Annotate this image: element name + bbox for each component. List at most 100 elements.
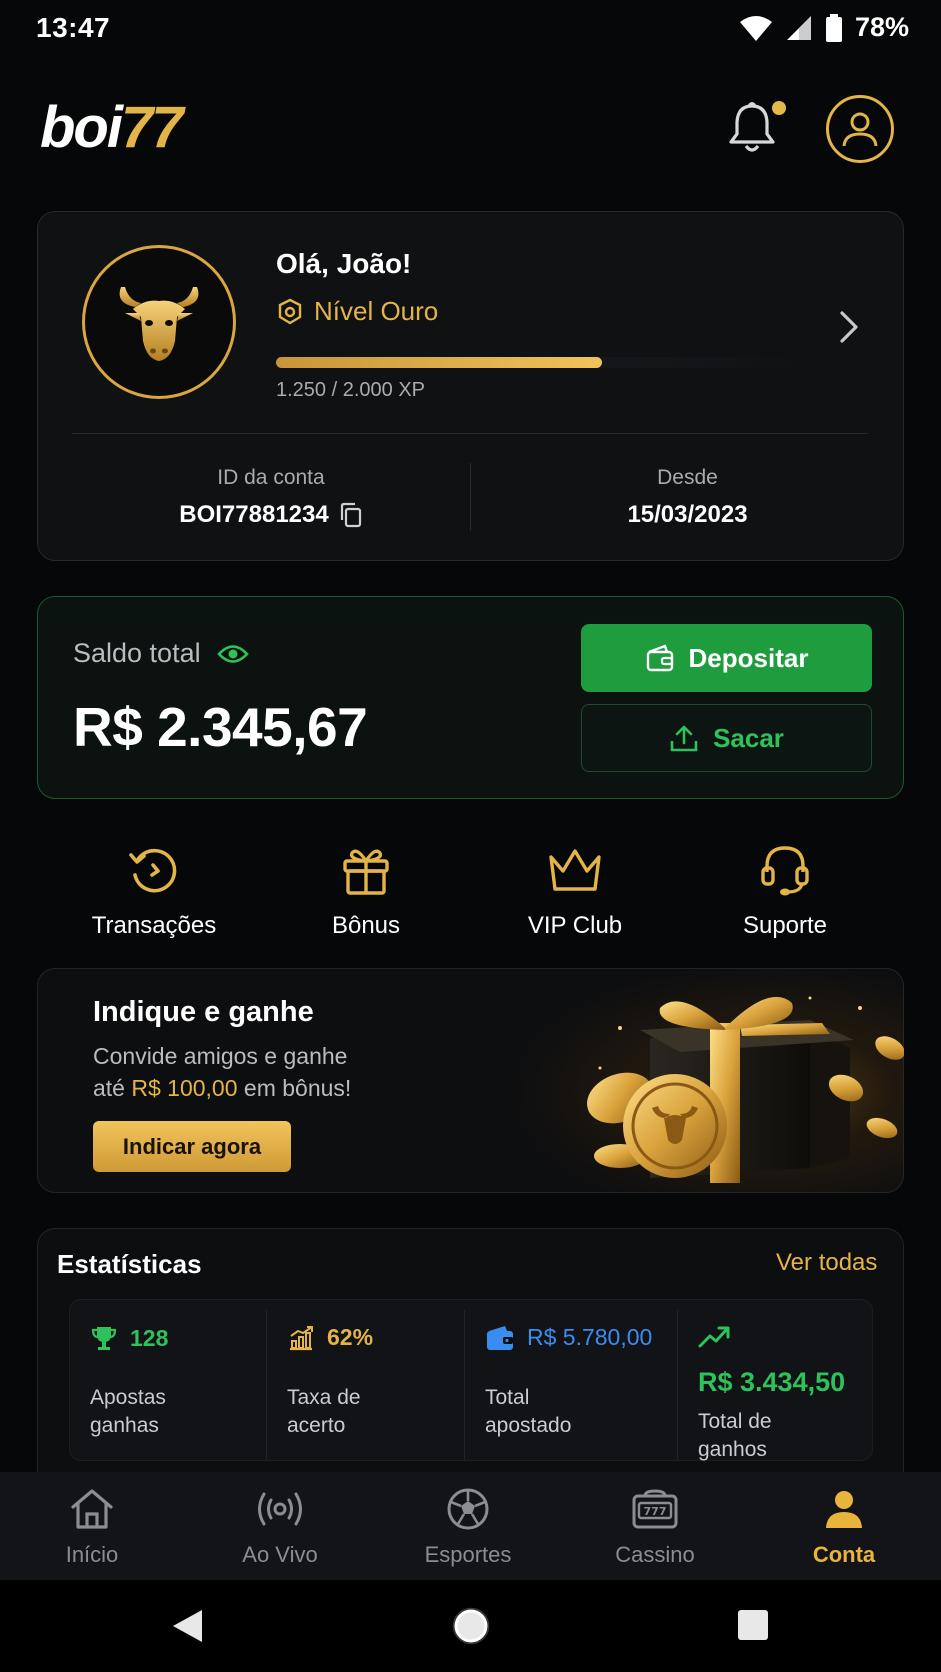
deposit-button[interactable]: Depositar bbox=[581, 624, 872, 692]
nav-item-home[interactable]: Início bbox=[17, 1486, 167, 1568]
referral-desc-line2: até R$ 100,00 em bônus! bbox=[93, 1072, 413, 1104]
xp-text: 1.250 / 2.000 XP bbox=[276, 379, 426, 401]
eye-icon[interactable] bbox=[216, 643, 249, 665]
chevron-right-icon[interactable] bbox=[836, 309, 862, 345]
balance-label-row: Saldo total bbox=[73, 638, 249, 669]
back-icon[interactable] bbox=[170, 1608, 206, 1649]
battery-percent: 78% bbox=[854, 12, 909, 42]
stat-label-line: ganhos bbox=[698, 1438, 767, 1461]
stat-label: Total apostado bbox=[485, 1384, 571, 1440]
stat-value: 62% bbox=[327, 1324, 374, 1350]
bell-icon bbox=[729, 102, 775, 152]
bull-logo-icon bbox=[119, 287, 199, 361]
headset-icon bbox=[761, 846, 809, 896]
stat-label: Apostas ganhas bbox=[90, 1384, 166, 1440]
user-outline-icon bbox=[842, 112, 878, 147]
app-logo[interactable]: boi77 bbox=[40, 95, 183, 160]
quick-action-label: VIP Club bbox=[527, 912, 623, 939]
trophy-icon bbox=[91, 1327, 117, 1350]
referral-description: Convide amigos e ganhe até R$ 100,00 em … bbox=[93, 1040, 413, 1104]
account-id-value: BOI77881234 bbox=[179, 501, 329, 528]
greeting: Olá, João! bbox=[276, 248, 412, 279]
stat-label-line: Taxa de bbox=[287, 1386, 361, 1409]
quick-action-support[interactable]: Suporte bbox=[685, 840, 885, 940]
quick-action-bonus[interactable]: Bônus bbox=[266, 840, 466, 940]
history-icon bbox=[129, 848, 177, 893]
quick-action-label: Suporte bbox=[742, 912, 828, 939]
wifi-icon bbox=[739, 15, 772, 41]
divider bbox=[677, 1310, 678, 1460]
copy-icon[interactable] bbox=[339, 502, 363, 528]
notification-badge bbox=[772, 101, 786, 115]
nav-label: Início bbox=[65, 1542, 119, 1567]
quick-action-transactions[interactable]: Transações bbox=[54, 840, 254, 940]
avatar bbox=[82, 245, 236, 399]
nav-item-live[interactable]: Ao Vivo bbox=[205, 1486, 355, 1568]
gift-icon bbox=[343, 849, 389, 895]
stat-value: R$ 3.434,50 bbox=[698, 1367, 846, 1397]
stat-item: 62% bbox=[287, 1324, 373, 1351]
balance-value: R$ 2.345,67 bbox=[73, 696, 368, 758]
stat-label: Taxa de acerto bbox=[287, 1384, 361, 1440]
stat-label: Total de ganhos bbox=[698, 1408, 772, 1464]
soccer-ball-icon bbox=[447, 1488, 489, 1530]
since-date: 15/03/2023 bbox=[627, 501, 748, 528]
stat-item: 128 bbox=[90, 1324, 168, 1352]
since-label: Desde bbox=[657, 466, 718, 489]
logo-text: boi bbox=[40, 95, 123, 160]
referral-amount: R$ 100,00 bbox=[131, 1075, 238, 1101]
stat-label-line: ganhas bbox=[90, 1414, 159, 1437]
level-name: Nível Ouro bbox=[314, 296, 439, 326]
nav-item-casino[interactable]: 777 Cassino bbox=[580, 1486, 730, 1568]
see-all-link[interactable]: Ver todas bbox=[776, 1249, 877, 1277]
account-id-label: ID da conta bbox=[217, 466, 325, 489]
referral-desc-suffix: em bônus! bbox=[237, 1075, 352, 1101]
status-icons: 78% bbox=[739, 12, 909, 43]
quick-action-label: Bônus bbox=[331, 912, 401, 939]
battery-icon bbox=[825, 13, 842, 42]
wallet-icon bbox=[646, 644, 673, 672]
status-time: 13:47 bbox=[36, 12, 111, 43]
stat-value: 128 bbox=[130, 1324, 169, 1351]
level-row: Nível Ouro bbox=[276, 296, 438, 327]
account-id-row: BOI77881234 bbox=[72, 501, 470, 529]
trend-up-icon bbox=[698, 1324, 732, 1353]
nav-item-account[interactable]: Conta bbox=[769, 1486, 919, 1568]
wallet-icon bbox=[487, 1325, 513, 1350]
stat-value: R$ 5.780,00 bbox=[527, 1324, 653, 1350]
chart-icon bbox=[290, 1325, 313, 1350]
stats-title: Estatísticas bbox=[57, 1249, 202, 1279]
stat-label-line: Apostas bbox=[90, 1386, 166, 1409]
user-icon bbox=[826, 1491, 862, 1528]
svg-text:777: 777 bbox=[644, 1505, 667, 1518]
deposit-label: Depositar bbox=[688, 642, 809, 673]
signal-icon bbox=[786, 15, 811, 40]
home-circle-icon[interactable] bbox=[452, 1607, 490, 1650]
nav-label: Esportes bbox=[424, 1542, 512, 1567]
divider bbox=[464, 1310, 465, 1460]
xp-progress-fill bbox=[276, 357, 602, 368]
quick-action-vip[interactable]: VIP Club bbox=[475, 840, 675, 940]
profile-button[interactable] bbox=[826, 95, 894, 163]
home-icon bbox=[71, 1489, 113, 1529]
divider bbox=[266, 1310, 267, 1460]
divider bbox=[72, 433, 868, 434]
stat-label-line: acerto bbox=[287, 1414, 346, 1437]
recents-icon[interactable] bbox=[738, 1610, 768, 1645]
referral-title: Indique e ganhe bbox=[93, 996, 314, 1028]
stat-label-line: apostado bbox=[485, 1414, 572, 1437]
stat-item: R$ 5.780,00 bbox=[485, 1324, 652, 1351]
nav-label: Ao Vivo bbox=[242, 1542, 318, 1567]
live-icon bbox=[258, 1492, 302, 1526]
upload-icon bbox=[670, 725, 698, 752]
quick-action-label: Transações bbox=[91, 912, 217, 939]
crown-icon bbox=[549, 849, 601, 891]
balance-label: Saldo total bbox=[73, 638, 201, 668]
withdraw-button[interactable]: Sacar bbox=[581, 704, 872, 772]
nav-item-sports[interactable]: Esportes bbox=[393, 1486, 543, 1568]
nav-label: Cassino bbox=[615, 1542, 695, 1567]
level-badge-icon bbox=[278, 298, 302, 324]
logo-number: 77 bbox=[120, 95, 183, 160]
stat-label-line: Total de bbox=[698, 1410, 772, 1433]
refer-now-button[interactable]: Indicar agora bbox=[93, 1121, 291, 1172]
